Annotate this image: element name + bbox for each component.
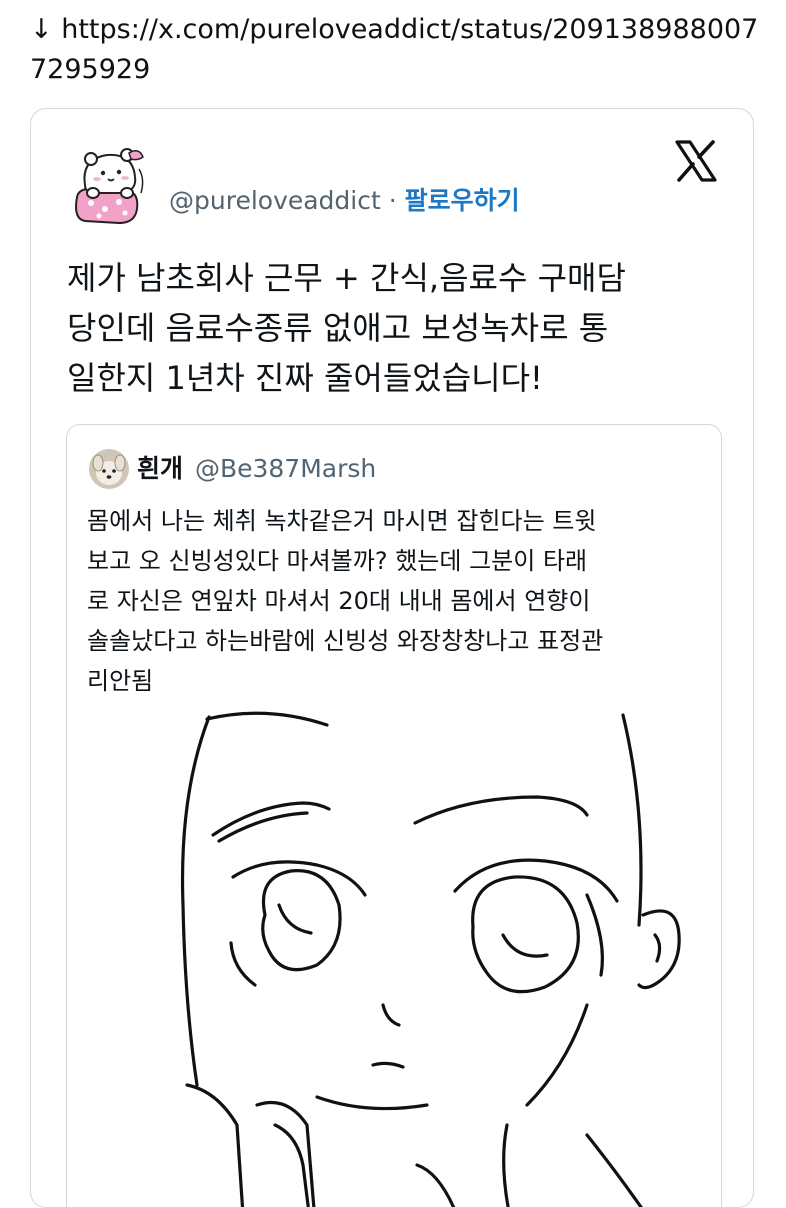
quoted-text-line: 몸에서 나는 체취 녹차같은거 마시면 잡힌다는 트윗 [87, 507, 597, 535]
quoted-text-line: 솔솔났다고 하는바람에 신빙성 와장창창나고 표정관 [87, 627, 604, 655]
tweet-text-line: 제가 남초회사 근무 + 간식,음료수 구매담 [67, 259, 626, 297]
x-logo-icon[interactable] [674, 139, 718, 183]
tweet-text-line: 일한지 1년차 진짜 줄어들었습니다! [67, 359, 543, 397]
quoted-image[interactable] [67, 705, 721, 1207]
anime-face-sketch-icon [180, 711, 681, 1207]
quoted-author-line: 흰개 @Be387Marsh [137, 451, 376, 487]
url-line: ↓ https://x.com/pureloveaddict/status/20… [30, 10, 770, 90]
quoted-author-name[interactable]: 흰개 [137, 454, 183, 483]
down-arrow-icon: ↓ [30, 14, 53, 45]
follow-button[interactable]: 팔로우하기 [405, 186, 520, 215]
tweet-text: 제가 남초회사 근무 + 간식,음료수 구매담 당인데 음료수종류 없애고 보성… [67, 253, 727, 403]
tweet-text-line: 당인데 음료수종류 없애고 보성녹차로 통 [67, 309, 609, 347]
quoted-avatar[interactable] [89, 449, 129, 489]
dog-avatar-icon [89, 449, 129, 489]
quoted-tweet[interactable]: 흰개 @Be387Marsh 몸에서 나는 체취 녹차같은거 마시면 잡힌다는 … [66, 424, 722, 1207]
tweet-url-link[interactable]: https://x.com/pureloveaddict/status/2091… [30, 14, 758, 85]
separator-dot: · [388, 186, 397, 215]
quoted-text-line: 리안됨 [87, 667, 154, 695]
author-handle[interactable]: @pureloveaddict [169, 186, 381, 215]
quoted-tweet-text: 몸에서 나는 체취 녹차같은거 마시면 잡힌다는 트윗 보고 오 신빙성있다 마… [87, 501, 707, 701]
avatar[interactable] [69, 139, 159, 229]
tweet-embed-card[interactable]: @pureloveaddict · 팔로우하기 제가 남초회사 근무 + 간식,… [30, 108, 754, 1208]
author-line: @pureloveaddict · 팔로우하기 [169, 183, 520, 219]
quoted-author-handle[interactable]: @Be387Marsh [195, 454, 376, 483]
bear-avatar-icon [75, 148, 144, 225]
quoted-text-line: 보고 오 신빙성있다 마셔볼까? 했는데 그분이 타래 [87, 547, 588, 575]
quoted-text-line: 로 자신은 연잎차 마셔서 20대 내내 몸에서 연향이 [87, 587, 591, 615]
